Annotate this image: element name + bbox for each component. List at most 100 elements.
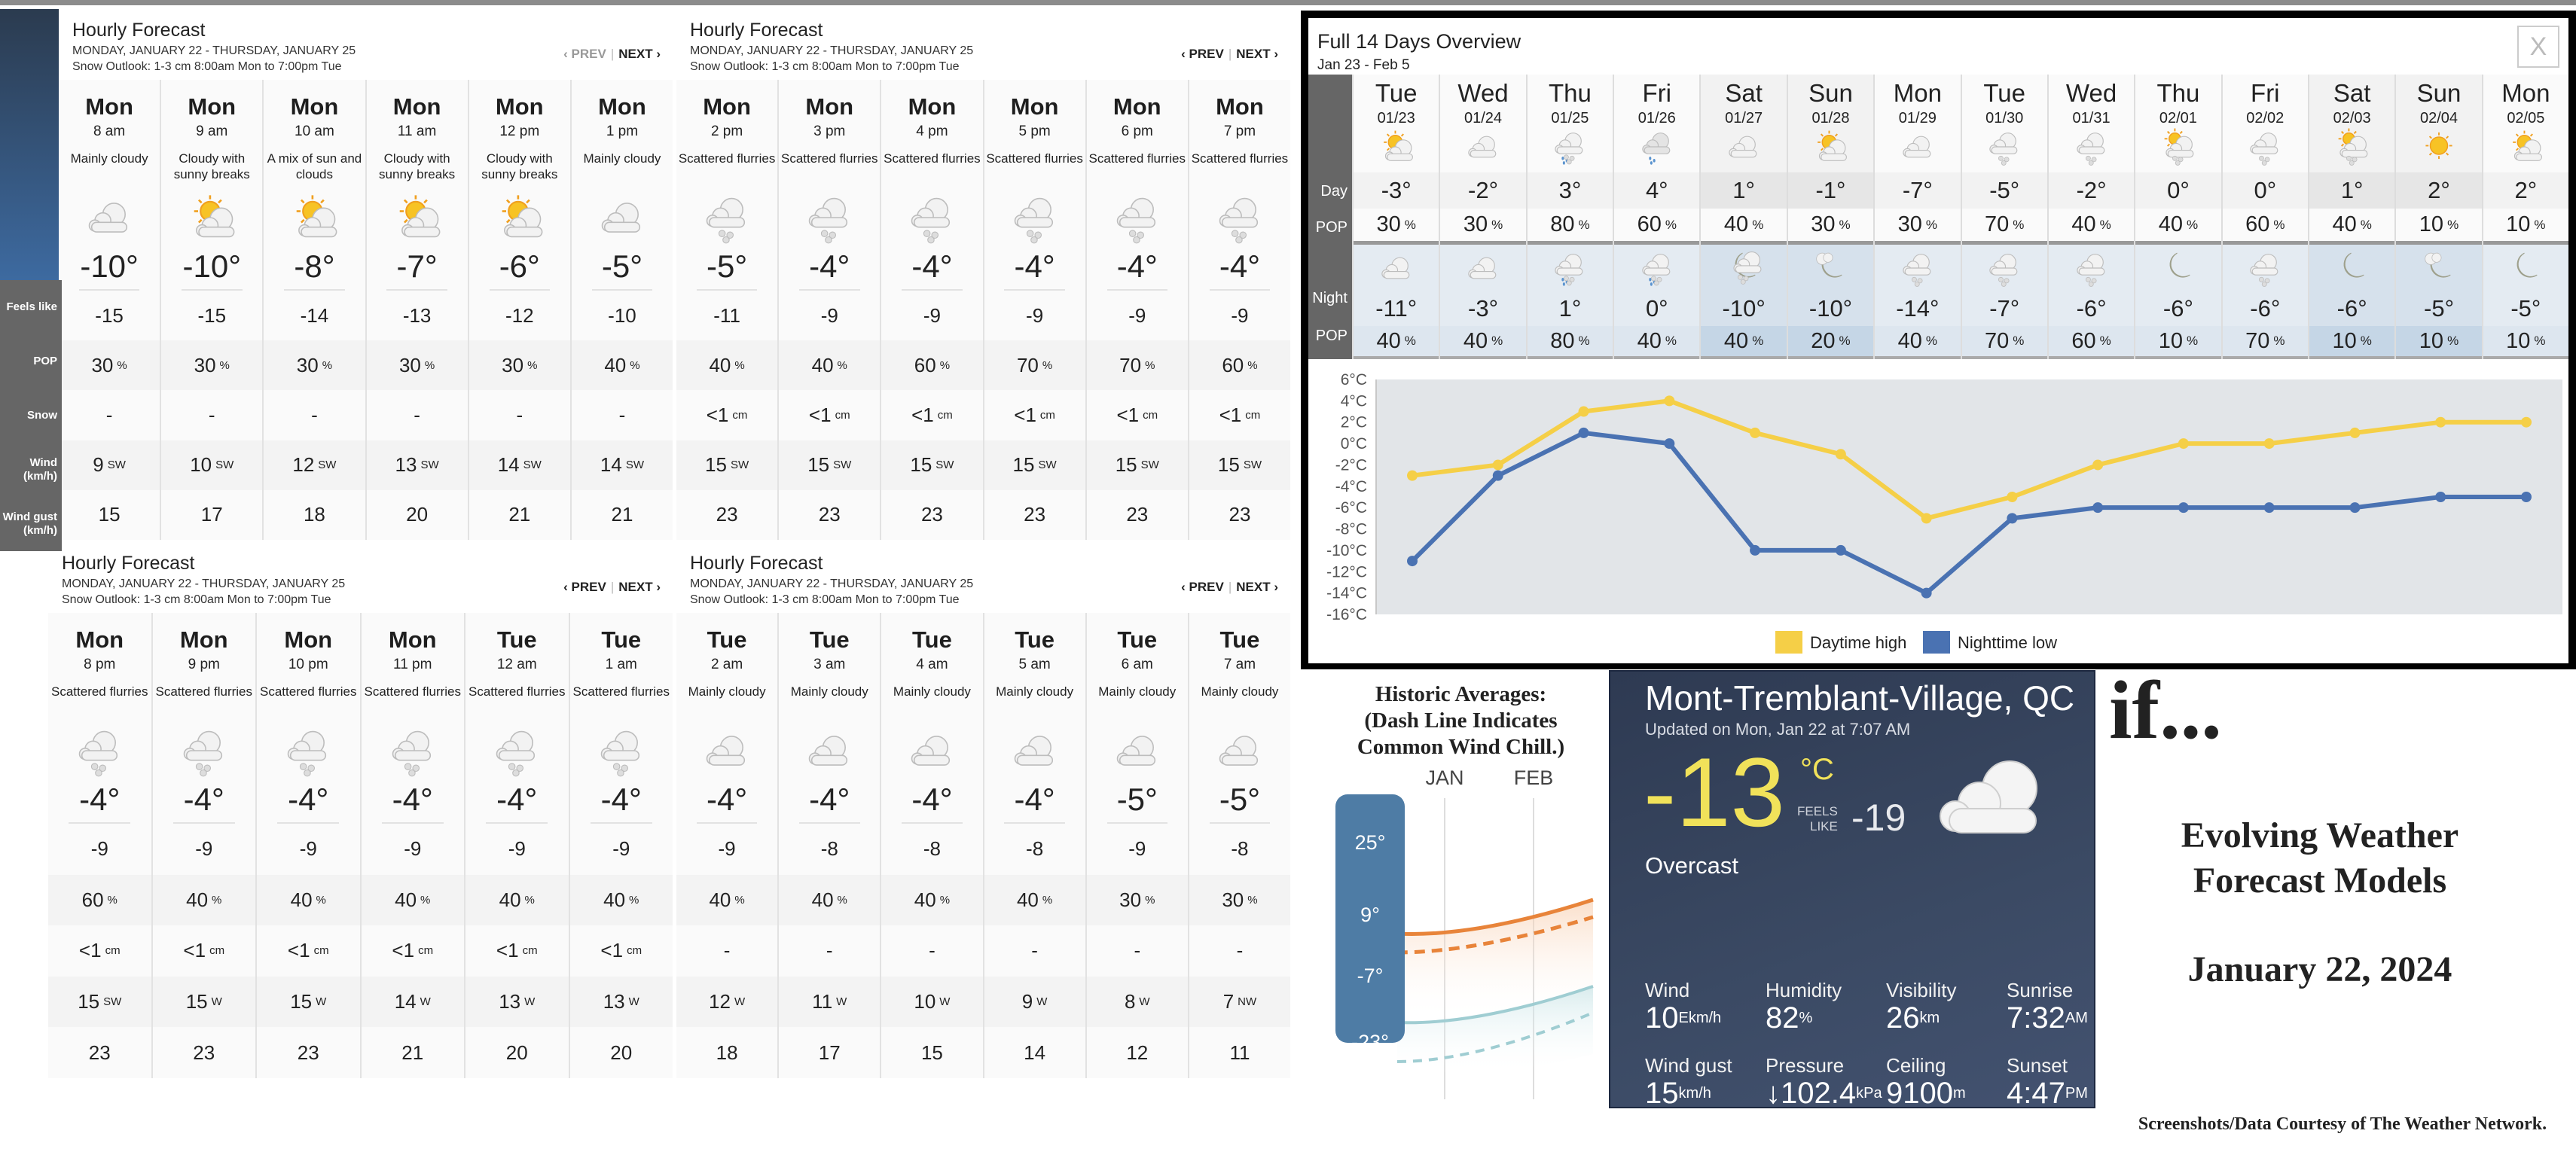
wind-direction: SW: [833, 459, 852, 472]
stat-unit: kPa: [1856, 1085, 1882, 1102]
overview-day: Sun 01/28 -1° 30% -10° 20%: [1786, 75, 1874, 359]
feels-like-value: -9: [299, 837, 317, 861]
night-pop: 10%: [2483, 326, 2569, 359]
hour-temp: -4°: [902, 248, 963, 291]
day-date: 01/30: [1985, 110, 2024, 126]
stat-value: 9100: [1886, 1077, 1953, 1110]
wind-direction: SW: [1243, 459, 1262, 472]
next-button[interactable]: NEXT ›: [1236, 580, 1278, 594]
snow-cell: -: [779, 925, 881, 977]
hour-condition: Scattered flurries: [678, 151, 776, 166]
day-high: 2°: [2483, 172, 2569, 209]
feels-like-value: -8: [923, 837, 941, 861]
prev-button[interactable]: ‹ PREV: [563, 580, 606, 594]
feels-like-cell: -8: [779, 824, 881, 875]
stat-sunset: Sunset 4:47PM: [2007, 1054, 2088, 1109]
gust-cell: 23: [779, 489, 881, 541]
scale-label: 9°: [1360, 904, 1380, 926]
pop-cell: 40%: [361, 874, 464, 926]
overview-day: Wed 01/24 -2° 30% -3° 40%: [1439, 75, 1526, 359]
day-pop-value: 30: [1463, 212, 1488, 236]
day-name: Sun: [1808, 79, 1853, 107]
day-date: 02/01: [2159, 110, 2197, 126]
hour-time: 12 pm: [499, 123, 540, 139]
city-name: Mont-Tremblant-Village, QC: [1645, 678, 2075, 718]
day-name: Fri: [2251, 79, 2280, 107]
historic-title-line: (Dash Line Indicates: [1364, 709, 1558, 733]
hourly-subtitle: MONDAY, JANUARY 22 - THURSDAY, JANUARY 2…: [62, 576, 345, 608]
hour-condition: Scattered flurries: [51, 684, 148, 699]
hour-temp: -5°: [696, 248, 758, 291]
prev-button[interactable]: ‹ PREV: [563, 47, 606, 61]
feels-like-cell: -9: [881, 291, 983, 341]
stat-value: 10: [1645, 1001, 1679, 1035]
feels-like-label: FEELS LIKE: [1797, 804, 1838, 834]
next-button[interactable]: NEXT ›: [618, 580, 661, 594]
hour-day: Mon: [179, 626, 228, 653]
pct-unit: %: [117, 358, 127, 372]
hour-time: 3 pm: [813, 123, 846, 139]
day-pop: 80%: [1527, 209, 1613, 245]
flurries-icon: [72, 723, 127, 779]
sun-cloud-icon: [493, 190, 547, 245]
snow-cell: -: [469, 390, 570, 440]
snow-value: <1: [287, 939, 310, 962]
hour-condition: Scattered flurries: [781, 151, 878, 166]
pct-unit: %: [939, 358, 951, 372]
stat-label: Wind gust: [1645, 1054, 1732, 1077]
cm-unit: cm: [732, 409, 748, 422]
hour-time: 4 am: [916, 657, 948, 672]
flurries-icon: [594, 723, 649, 779]
pct-unit: %: [1247, 358, 1258, 372]
stat-label: Ceiling: [1886, 1054, 1946, 1077]
next-button[interactable]: NEXT ›: [1236, 47, 1278, 61]
like-label: LIKE: [1810, 819, 1838, 833]
wind-value: 8: [1124, 990, 1136, 1013]
stat-label: Pressure: [1766, 1054, 1845, 1077]
legend-label: Nighttime low: [1958, 633, 2057, 652]
pop-value: 30: [1119, 888, 1142, 911]
if-title: if...: [2109, 664, 2222, 756]
pct-unit: %: [1247, 893, 1258, 907]
pct-unit: %: [322, 358, 333, 372]
pop-cell: 30%: [1086, 874, 1188, 926]
headline-date: January 22, 2024: [2187, 949, 2452, 989]
pct-unit: %: [2534, 334, 2546, 348]
wind-direction: SW: [103, 995, 122, 1009]
pop-value: 40: [290, 888, 313, 911]
stat-value: ↓102.4: [1766, 1077, 1857, 1110]
wind-cell: 15 SW: [984, 440, 1085, 490]
hour-column: Mon 5 pm Scattered flurries -4° -9 70% <…: [982, 80, 1085, 541]
data-point: [1750, 544, 1761, 556]
wind-direction: SW: [1038, 459, 1057, 472]
gust-cell: 11: [1189, 1027, 1291, 1078]
wind-direction: W: [211, 995, 222, 1009]
rain-snow-icon: [1614, 245, 1700, 291]
hour-day: Mon: [805, 93, 854, 120]
close-button[interactable]: X: [2517, 26, 2559, 68]
pct-unit: %: [1145, 893, 1155, 907]
stat-humidity: Humidity 82%: [1766, 979, 1842, 1034]
hour-temp: -8°: [284, 248, 345, 291]
hourly-panel-4: Hourly Forecast MONDAY, JANUARY 22 - THU…: [676, 542, 1291, 1078]
day-name: Sat: [2333, 79, 2371, 107]
feels-like-cell: -9: [361, 824, 464, 875]
pct-unit: %: [2273, 334, 2285, 348]
cloudy-icon: [1008, 723, 1062, 779]
hour-column: Mon 8 pm Scattered flurries -4° -9 60% <…: [48, 613, 151, 1078]
legend-swatch: [1775, 631, 1802, 654]
pop-cell: 40%: [676, 340, 778, 391]
hour-column: Mon 7 pm Scattered flurries -4° -9 60% <…: [1187, 80, 1291, 541]
historic-title: Historic Averages: (Dash Line Indicates …: [1327, 681, 1595, 760]
feels-like-value: -9: [1026, 303, 1044, 327]
data-point: [2092, 459, 2104, 471]
feels-like-value: -9: [612, 837, 630, 861]
snow-outlook: Snow Outlook: 1-3 cm 8:00am Mon to 7:00p…: [690, 60, 960, 73]
stat-wind: Wind 10Ekm/h: [1645, 979, 1721, 1034]
prev-button[interactable]: ‹ PREV: [1181, 580, 1224, 594]
prev-button[interactable]: ‹ PREV: [1181, 47, 1224, 61]
y-tick-label: -12°C: [1326, 563, 1367, 581]
wind-direction: W: [524, 995, 536, 1009]
next-button[interactable]: NEXT ›: [618, 47, 661, 61]
cm-unit: cm: [835, 409, 850, 422]
